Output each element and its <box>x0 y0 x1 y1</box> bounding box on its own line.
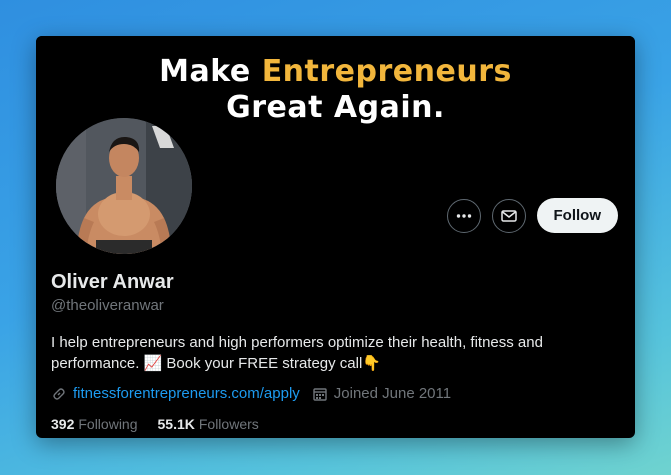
more-button[interactable] <box>446 198 481 233</box>
follow-button[interactable]: Follow <box>536 198 618 233</box>
followers-label: Followers <box>198 416 259 432</box>
mail-icon <box>500 209 517 222</box>
message-button[interactable] <box>491 198 526 233</box>
avatar-photo <box>56 118 192 254</box>
banner-word-entrepreneurs: Entrepreneurs <box>261 54 512 89</box>
following-count: 392 <box>51 416 75 432</box>
more-icon <box>456 213 471 218</box>
profile-actions: Follow <box>446 198 618 233</box>
calendar-icon <box>313 387 327 401</box>
banner-word-make: Make <box>159 54 251 89</box>
profile-handle: @theoliveranwar <box>51 297 164 314</box>
banner-headline-line1: Make Entrepreneurs <box>36 54 635 89</box>
following-stat[interactable]: 392 Following <box>51 416 138 432</box>
profile-joined-date: Joined June 2011 <box>333 385 452 402</box>
bio-text-cta: Book your FREE strategy call <box>166 355 363 372</box>
following-label: Following <box>78 416 138 432</box>
profile-website-link[interactable]: fitnessforentrepreneurs.com/apply <box>73 385 300 402</box>
chart-emoji: 📈 <box>143 355 163 372</box>
bio-line-1: I help entrepreneurs and high performers… <box>51 334 543 351</box>
link-icon <box>53 387 65 400</box>
point-down-emoji: 👇 <box>362 355 382 372</box>
profile-name: Oliver Anwar <box>51 271 174 293</box>
profile-bio: I help entrepreneurs and high performers… <box>51 332 611 374</box>
followers-count: 55.1K <box>157 416 195 432</box>
bio-text-performance: performance. <box>51 355 140 372</box>
bio-line-2: performance. 📈 Book your FREE strategy c… <box>51 353 611 374</box>
followers-stat[interactable]: 55.1K Followers <box>158 416 259 432</box>
profile-card: Make Entrepreneurs Great Again. Follow O… <box>36 36 635 438</box>
avatar[interactable] <box>54 116 194 256</box>
profile-stats: 392 Following 55.1K Followers <box>51 416 259 432</box>
profile-meta: fitnessforentrepreneurs.com/apply Joined… <box>51 385 451 402</box>
